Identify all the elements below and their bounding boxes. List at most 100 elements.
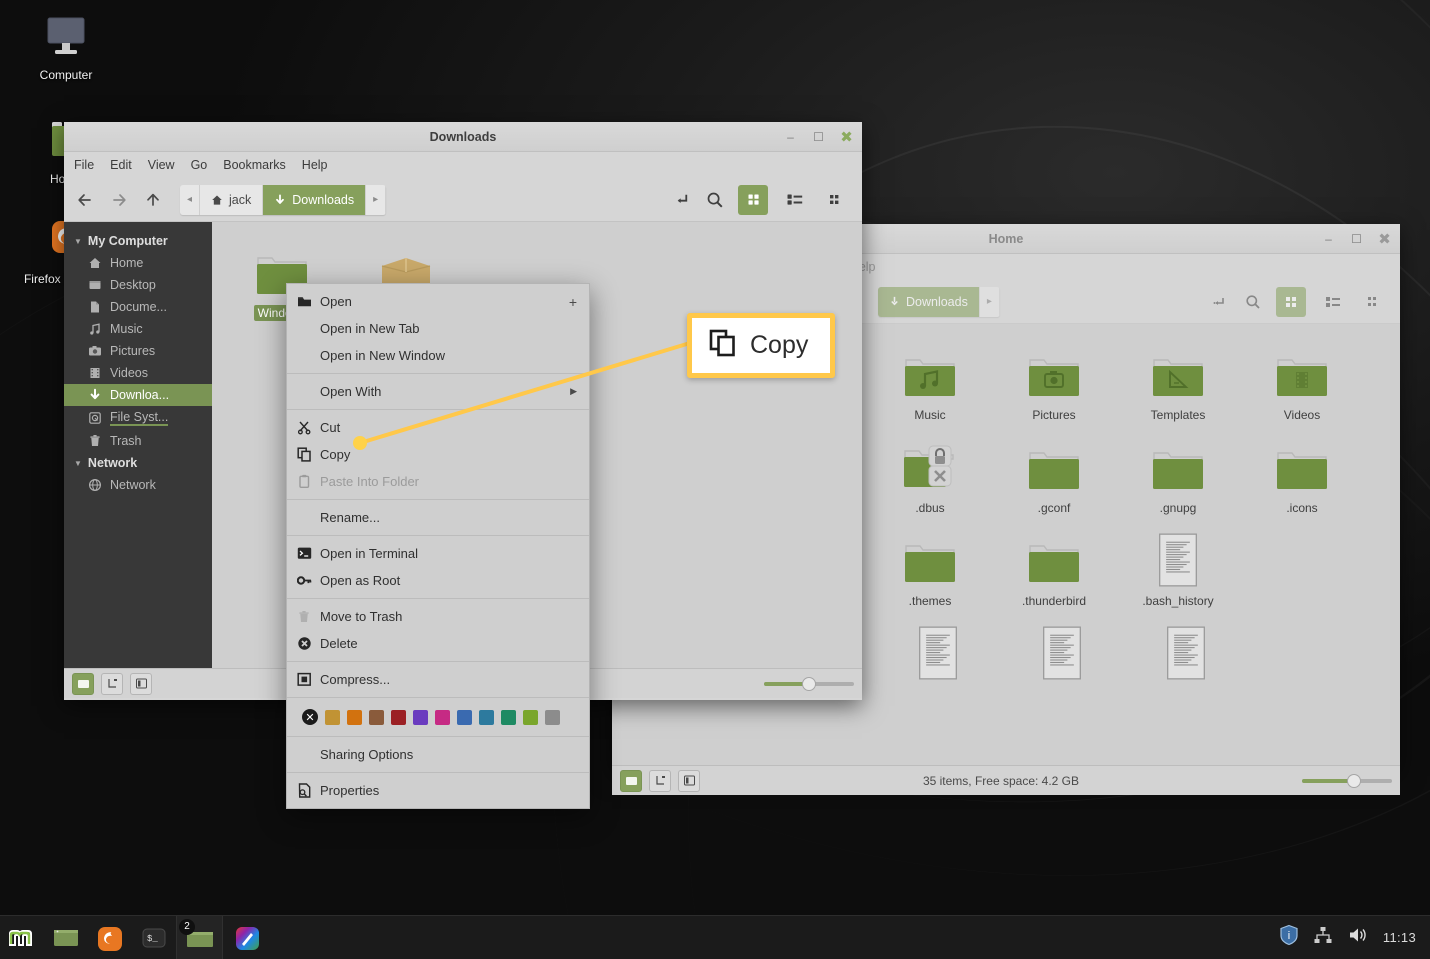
menu-item-properties[interactable]: Properties (287, 777, 589, 804)
places-sidebar-toggle[interactable] (72, 672, 94, 695)
search-icon[interactable] (704, 189, 726, 211)
menu-item-open-in-new-window[interactable]: Open in New Window (287, 342, 589, 369)
toggle-location-entry-icon[interactable] (1208, 291, 1230, 313)
file-item[interactable]: .gconf (992, 427, 1116, 520)
home-toolbar-right[interactable] (1208, 286, 1390, 317)
nav-buttons[interactable] (74, 189, 164, 211)
zoom-slider-knob[interactable] (1347, 773, 1361, 788)
hide-sidebar-toggle[interactable] (130, 672, 152, 695)
places-group-network[interactable]: ▼ Network (64, 452, 212, 474)
maximize-button[interactable]: ☐ (811, 129, 826, 144)
sidebar-item-docume[interactable]: Docume... (64, 296, 212, 318)
file-item[interactable]: .themes (868, 520, 992, 613)
menu-item-open-as-root[interactable]: Open as Root (287, 567, 589, 594)
color-swatch[interactable] (391, 709, 406, 725)
downloads-zoom-slider[interactable] (764, 676, 854, 692)
view-icon-grid-button[interactable] (1276, 286, 1306, 317)
file-item[interactable]: .thunderbird (992, 520, 1116, 613)
home-statusbar[interactable]: 35 items, Free space: 4.2 GB (612, 765, 1400, 795)
task-paint[interactable] (223, 916, 270, 959)
menu-item-paste-into-folder[interactable]: Paste Into Folder (287, 468, 589, 495)
color-swatch[interactable] (479, 709, 494, 725)
color-swatch[interactable] (347, 709, 362, 725)
pathbar-segment-jack[interactable]: jack (200, 184, 264, 215)
menu-go[interactable]: Go (191, 158, 208, 172)
menu-item-open-in-new-tab[interactable]: Open in New Tab (287, 315, 589, 342)
tree-sidebar-toggle[interactable] (649, 769, 671, 792)
menu-item-open-in-terminal[interactable]: Open in Terminal (287, 540, 589, 567)
menu-file[interactable]: File (74, 158, 94, 172)
menu-bookmarks[interactable]: Bookmarks (223, 158, 286, 172)
pathbar-prev-button[interactable]: ◂ (180, 184, 201, 215)
menu-edit[interactable]: Edit (110, 158, 132, 172)
color-swatch[interactable] (523, 709, 538, 725)
downloads-menubar[interactable]: File Edit View Go Bookmarks Help (64, 152, 862, 178)
downloads-places-sidebar[interactable]: ▼ My Computer Home Desktop Docume... Music Pic… (64, 222, 212, 668)
back-icon[interactable] (74, 189, 96, 211)
mint-menu-icon[interactable] (0, 916, 44, 959)
shield-icon[interactable]: i (1279, 924, 1299, 951)
downloads-titlebar[interactable]: Downloads – ☐ ✖ (64, 122, 862, 152)
file-item[interactable]: Templates (1116, 334, 1240, 427)
system-tray[interactable]: i 11:13 (1279, 924, 1430, 951)
sidebar-item-filesyst[interactable]: File Syst... (64, 406, 212, 430)
menu-item-move-to-trash[interactable]: Move to Trash (287, 603, 589, 630)
menu-help[interactable]: Help (302, 158, 328, 172)
pathbar-next-button[interactable]: ▸ (979, 286, 1000, 317)
color-swatch[interactable] (369, 709, 384, 725)
sidebar-item-downloa[interactable]: Downloa... (64, 384, 212, 406)
view-compact-button[interactable] (822, 185, 852, 215)
firefox-launcher-icon[interactable] (88, 916, 132, 959)
color-swatch[interactable] (413, 709, 428, 725)
zoom-slider-knob[interactable] (802, 676, 816, 691)
color-swatch[interactable] (457, 709, 472, 725)
downloads-toolbar[interactable]: ◂ jack Downloads ▸ (64, 178, 862, 222)
sidebar-item-pictures[interactable]: Pictures (64, 340, 212, 362)
tree-sidebar-toggle[interactable] (101, 672, 123, 695)
menu-item-rename[interactable]: Rename... (287, 504, 589, 531)
menu-item-open-with[interactable]: Open With ▶ (287, 378, 589, 405)
file-context-menu[interactable]: Open + Open in New Tab Open in New Window Op… (286, 283, 590, 809)
view-compact-button[interactable] (1360, 287, 1390, 317)
file-item[interactable]: .icons (1240, 427, 1364, 520)
file-item[interactable] (1000, 613, 1124, 690)
color-swatch[interactable] (435, 709, 450, 725)
file-item[interactable]: Pictures (992, 334, 1116, 427)
places-group-my-computer[interactable]: ▼ My Computer (64, 230, 212, 252)
minimize-button[interactable]: – (1321, 231, 1336, 246)
terminal-launcher-icon[interactable]: $_ (132, 916, 176, 959)
file-item[interactable]: .bash_history (1116, 520, 1240, 613)
downloads-pathbar[interactable]: ◂ jack Downloads ▸ (180, 184, 387, 215)
file-item[interactable] (876, 613, 1000, 690)
file-item[interactable]: .gnupg (1116, 427, 1240, 520)
places-sidebar-toggle[interactable] (620, 769, 642, 792)
file-item[interactable]: Videos (1240, 334, 1364, 427)
up-icon[interactable] (142, 189, 164, 211)
maximize-button[interactable]: ☐ (1349, 231, 1364, 246)
menu-item-delete[interactable]: Delete (287, 630, 589, 657)
files-launcher-icon[interactable] (44, 916, 88, 959)
downloads-window-buttons[interactable]: – ☐ ✖ (783, 129, 854, 146)
sidebar-item-network[interactable]: Network (64, 474, 212, 496)
sidebar-item-trash[interactable]: Trash (64, 430, 212, 452)
forward-icon[interactable] (108, 189, 130, 211)
home-window-buttons[interactable]: – ☐ ✖ (1321, 231, 1392, 248)
color-swatch[interactable] (325, 709, 340, 725)
color-swatch[interactable] (501, 709, 516, 725)
sidebar-item-desktop[interactable]: Desktop (64, 274, 212, 296)
home-zoom-slider[interactable] (1302, 773, 1392, 789)
pathbar-segment-downloads[interactable]: Downloads (263, 184, 367, 215)
color-swatch[interactable] (545, 709, 560, 725)
minimize-button[interactable]: – (783, 129, 798, 144)
sidebar-item-home[interactable]: Home (64, 252, 212, 274)
file-item[interactable] (1124, 613, 1248, 690)
home-pathbar[interactable]: Downloads ▸ (878, 286, 1000, 317)
hide-sidebar-toggle[interactable] (678, 769, 700, 792)
close-button[interactable]: ✖ (1377, 231, 1392, 248)
menu-view[interactable]: View (148, 158, 175, 172)
file-item[interactable]: Music (868, 334, 992, 427)
close-button[interactable]: ✖ (839, 129, 854, 146)
file-item[interactable]: .dbus (868, 427, 992, 520)
view-icon-grid-button[interactable] (738, 184, 768, 215)
task-file-manager[interactable]: 2 (176, 915, 223, 959)
